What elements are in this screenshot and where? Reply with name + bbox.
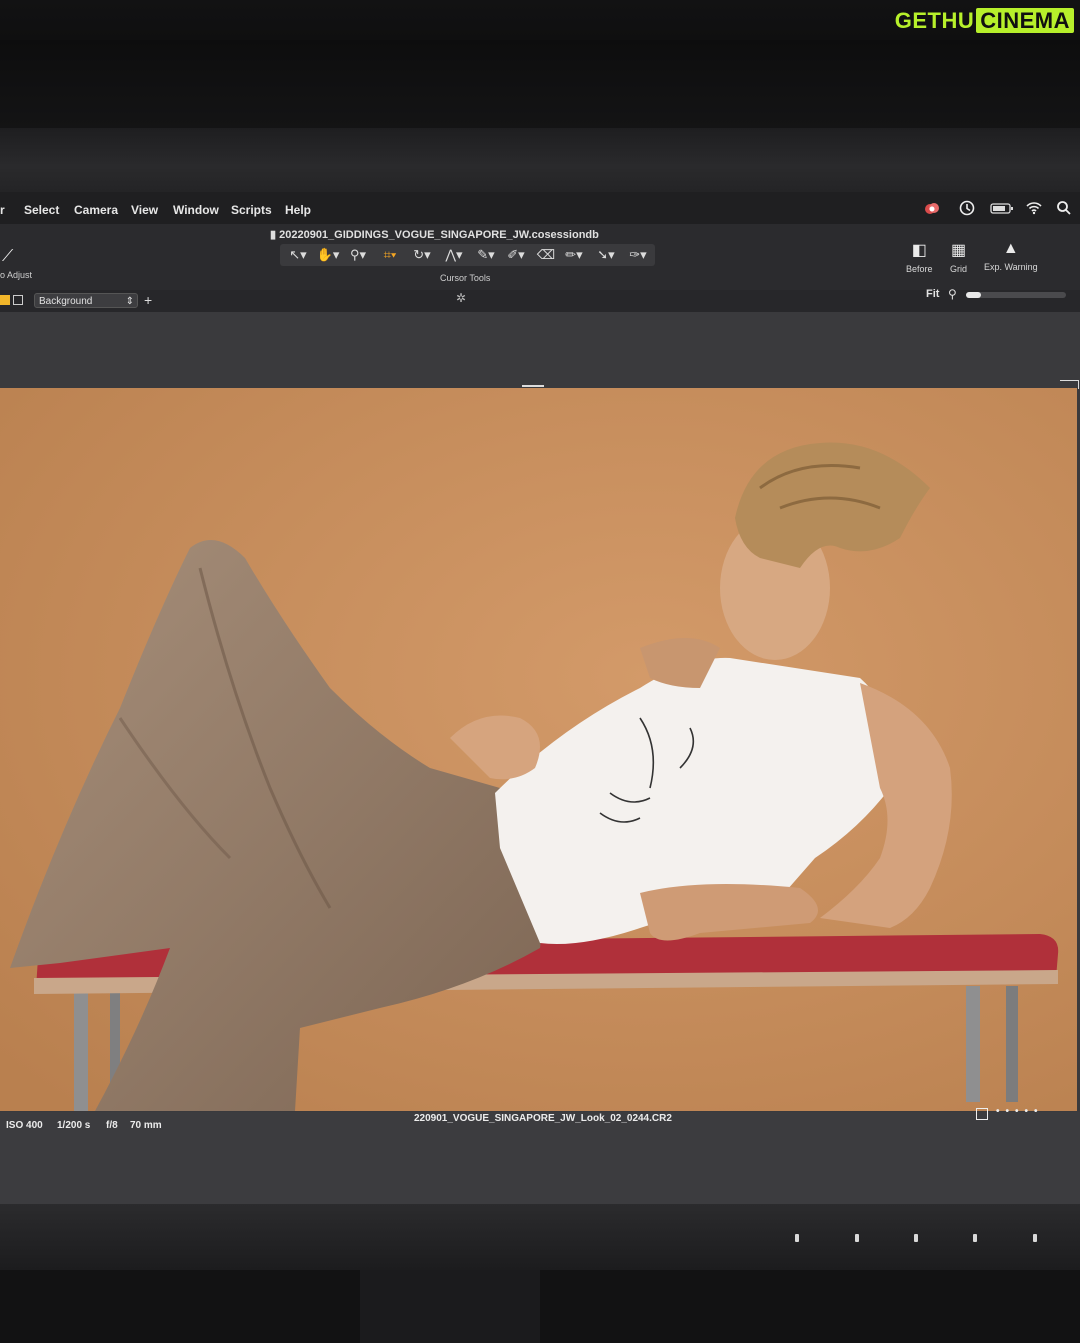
aperture-value: f/8 bbox=[106, 1120, 118, 1131]
bezel-button[interactable] bbox=[855, 1234, 859, 1242]
pointer-icon[interactable]: ↖▾ bbox=[284, 247, 312, 263]
before-label: Before bbox=[906, 264, 933, 274]
monitor-stand bbox=[360, 1270, 540, 1343]
layer-mask-icon[interactable] bbox=[13, 295, 23, 305]
menu-item-partial[interactable]: r bbox=[0, 203, 5, 217]
iso-value: ISO 400 bbox=[6, 1120, 43, 1131]
add-layer-icon[interactable]: + bbox=[144, 293, 152, 307]
menu-item-view[interactable]: View bbox=[131, 203, 158, 217]
auto-adjust-label: o Adjust bbox=[0, 270, 33, 280]
photo-image bbox=[0, 388, 1077, 1111]
desk-area bbox=[0, 1270, 1080, 1343]
bezel-button[interactable] bbox=[795, 1234, 799, 1242]
menu-item-window[interactable]: Window bbox=[173, 203, 219, 217]
search-icon[interactable] bbox=[1056, 200, 1072, 216]
menu-bar: r Select Camera View Window Scripts Help bbox=[0, 192, 1080, 224]
rotate-icon[interactable]: ↻▾ bbox=[408, 247, 436, 263]
bezel-button[interactable] bbox=[914, 1234, 918, 1242]
pen-icon[interactable]: ✑▾ bbox=[624, 247, 652, 263]
eraser-icon[interactable]: ⌫ bbox=[532, 247, 560, 263]
chevron-updown-icon: ⇕ bbox=[125, 296, 134, 307]
menu-item-select[interactable]: Select bbox=[24, 203, 59, 217]
exp-warning-label: Exp. Warning bbox=[984, 262, 1038, 272]
menu-item-help[interactable]: Help bbox=[285, 203, 311, 217]
more-dots-icon[interactable]: ••••• bbox=[996, 1106, 1044, 1117]
grid-icon: ▦ bbox=[950, 242, 967, 259]
info-bar: ISO 400 1/200 s f/8 70 mm ••••• bbox=[0, 1106, 1080, 1204]
watermark-part-1: GETHU bbox=[894, 8, 975, 33]
cursor-tools-strip: ↖▾ ✋▾ ⚲▾ ⌗▾ ↻▾ ⋀▾ ✎▾ ✐▾ ⌫ ✏▾ ➘▾ ✑▾ bbox=[280, 244, 655, 266]
layer-color-icon bbox=[0, 295, 10, 305]
zoom-icon[interactable]: ⚲▾ bbox=[344, 247, 372, 263]
before-after-icon: ◧ bbox=[911, 242, 927, 259]
warning-icon: ▲ bbox=[1002, 240, 1019, 257]
crop-handle-top[interactable] bbox=[522, 385, 544, 387]
keystone-icon[interactable]: ⋀▾ bbox=[440, 247, 468, 263]
grid-button[interactable]: ▦ Grid bbox=[950, 240, 967, 274]
gradient-icon[interactable]: ✏▾ bbox=[560, 247, 588, 263]
bezel-button[interactable] bbox=[973, 1234, 977, 1242]
session-file-title: ▮ 20220901_GIDDINGS_VOGUE_SINGAPORE_JW.c… bbox=[270, 228, 599, 241]
hand-icon[interactable]: ✋▾ bbox=[314, 247, 342, 263]
fit-label[interactable]: Fit bbox=[926, 288, 939, 300]
session-file-title-text: 20220901_GIDDINGS_VOGUE_SINGAPORE_JW.cos… bbox=[279, 229, 599, 241]
image-file-name: 220901_VOGUE_SINGAPORE_JW_Look_02_0244.C… bbox=[414, 1113, 672, 1124]
creative-cloud-icon[interactable] bbox=[924, 200, 940, 216]
monitor-top-bezel bbox=[0, 128, 1080, 192]
picker-icon[interactable]: ✎▾ bbox=[472, 247, 500, 263]
menu-item-camera[interactable]: Camera bbox=[74, 203, 118, 217]
wifi-icon[interactable] bbox=[1026, 200, 1042, 216]
clock-icon[interactable] bbox=[959, 200, 975, 216]
watermark-part-2: CINEMA bbox=[976, 8, 1074, 33]
layer-bar bbox=[0, 290, 1080, 312]
background-monitor bbox=[0, 40, 1080, 130]
magic-wand-icon: ⟋ bbox=[2, 248, 14, 265]
photo-preview[interactable] bbox=[0, 388, 1077, 1111]
layer-select[interactable]: Background ⇕ bbox=[34, 293, 138, 308]
watermark-logo: GETHU CINEMA bbox=[895, 8, 1074, 34]
layer-select-value: Background bbox=[39, 296, 93, 307]
zoom-slider-fill bbox=[966, 292, 981, 298]
menu-item-scripts[interactable]: Scripts bbox=[231, 203, 272, 217]
zoom-icon-small: ⚲ bbox=[948, 287, 957, 301]
bezel-button[interactable] bbox=[1033, 1234, 1037, 1242]
cursor-tools-label: Cursor Tools bbox=[440, 273, 491, 283]
focal-length-value: 70 mm bbox=[130, 1120, 162, 1131]
annotate-icon[interactable]: ➘▾ bbox=[592, 247, 620, 263]
exp-warning-button[interactable]: ▲ Exp. Warning bbox=[984, 240, 1038, 272]
shutter-value: 1/200 s bbox=[57, 1120, 91, 1131]
document-icon: ▮ bbox=[270, 229, 280, 241]
grid-label: Grid bbox=[950, 264, 968, 274]
monitor-bottom-bezel bbox=[0, 1204, 1080, 1270]
brush-icon[interactable]: ✐▾ bbox=[502, 247, 530, 263]
auto-adjust-tool[interactable]: ⟋ o Adjust bbox=[0, 248, 32, 280]
view-mode-icon[interactable] bbox=[976, 1108, 988, 1120]
zoom-slider[interactable] bbox=[966, 292, 1066, 298]
crop-icon[interactable]: ⌗▾ bbox=[376, 247, 404, 263]
battery-icon[interactable] bbox=[990, 200, 1014, 216]
spinner-icon: ✲ bbox=[456, 291, 467, 305]
before-button[interactable]: ◧ Before bbox=[906, 240, 933, 274]
